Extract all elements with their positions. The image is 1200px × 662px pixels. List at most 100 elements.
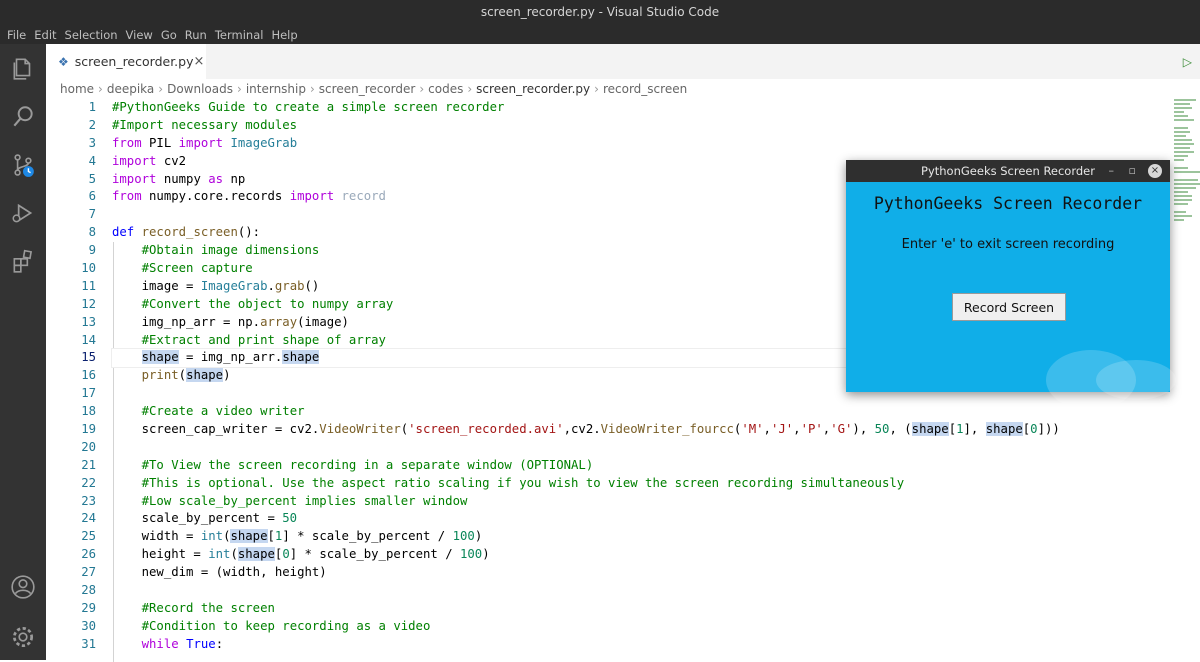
code-line[interactable]: #Low scale_by_percent implies smaller wi…	[112, 493, 1172, 511]
breadcrumb-item[interactable]: screen_recorder.py	[476, 82, 590, 96]
breadcrumb-item[interactable]: codes	[428, 82, 463, 96]
line-number: 3	[88, 135, 96, 150]
account-icon[interactable]	[8, 572, 38, 602]
menu-item-help[interactable]: Help	[271, 25, 297, 45]
menu-item-run[interactable]: Run	[185, 25, 207, 45]
code-line[interactable]: #Condition to keep recording as a video	[112, 618, 1172, 636]
line-number: 21	[81, 457, 96, 472]
code-token: )	[482, 547, 490, 562]
code-token: def	[112, 225, 135, 240]
explorer-icon[interactable]	[8, 54, 38, 84]
line-number: 20	[81, 439, 96, 454]
code-line[interactable]: #This is optional. Use the aspect ratio …	[112, 475, 1172, 493]
code-token: numpy	[156, 171, 209, 186]
line-number: 13	[81, 314, 96, 329]
minimap-line	[1174, 139, 1192, 141]
code-line[interactable]	[112, 582, 1172, 600]
menu-item-file[interactable]: File	[7, 25, 26, 45]
run-debug-icon[interactable]	[8, 198, 38, 228]
line-number: 28	[81, 583, 96, 598]
breadcrumb-item[interactable]: screen_recorder	[319, 82, 416, 96]
search-icon[interactable]	[8, 102, 38, 132]
code-line[interactable]	[112, 439, 1172, 457]
breadcrumb-item[interactable]: deepika	[107, 82, 154, 96]
code-line[interactable]: #Record the screen	[112, 600, 1172, 618]
code-line[interactable]: scale_by_percent = 50	[112, 510, 1172, 528]
code-token: 50	[282, 511, 298, 526]
line-number: 15	[81, 350, 96, 365]
code-token: shape	[237, 547, 275, 562]
close-icon[interactable]: ×	[1148, 164, 1162, 178]
maximize-icon[interactable]: ▫	[1129, 164, 1136, 178]
line-number: 19	[81, 422, 96, 437]
python-file-icon: ❖	[58, 54, 69, 69]
breadcrumb-item[interactable]: internship	[246, 82, 306, 96]
code-line[interactable]: #Import necessary modules	[112, 117, 1172, 135]
minimap-line	[1174, 179, 1198, 181]
breadcrumb-item[interactable]: record_screen	[603, 82, 687, 96]
dialog-title: PythonGeeks Screen Recorder	[846, 160, 1170, 182]
minimap-line	[1174, 99, 1196, 101]
record-screen-button[interactable]: Record Screen	[952, 293, 1066, 321]
code-token: #Obtain image dimensions	[141, 243, 320, 258]
menu-item-terminal[interactable]: Terminal	[215, 25, 264, 45]
breadcrumb-separator: ›	[309, 82, 315, 96]
line-number: 26	[81, 547, 96, 562]
code-line[interactable]: new_dim = (width, height)	[112, 564, 1172, 582]
window-title: screen_recorder.py - Visual Studio Code	[0, 0, 1200, 24]
menu-item-selection[interactable]: Selection	[65, 25, 118, 45]
breadcrumb-item[interactable]: Downloads	[167, 82, 233, 96]
extensions-icon[interactable]	[8, 246, 38, 276]
settings-gear-icon[interactable]	[8, 622, 38, 652]
menu-item-go[interactable]: Go	[161, 25, 177, 45]
minimap-line	[1174, 119, 1194, 121]
menu-item-view[interactable]: View	[126, 25, 153, 45]
code-line[interactable]: #Create a video writer	[112, 403, 1172, 421]
minimap-line	[1174, 107, 1192, 109]
code-token: (	[230, 547, 238, 562]
minimap-line	[1174, 127, 1188, 129]
code-token: VideoWriter_fourcc	[600, 422, 734, 437]
code-token: (	[178, 368, 187, 383]
code-token: 50	[874, 422, 890, 437]
tab-screen-recorder-py[interactable]: ❖ screen_recorder.py ×	[46, 44, 206, 79]
code-token: int	[200, 529, 224, 544]
minimap-line	[1174, 131, 1190, 133]
code-token: shape	[985, 422, 1023, 437]
code-token: img_np_arr = np.	[112, 314, 261, 329]
code-line[interactable]: #To View the screen recording in a separ…	[112, 457, 1172, 475]
source-control-icon[interactable]	[8, 150, 38, 180]
code-line[interactable]: height = int(shape[0] * scale_by_percent…	[112, 546, 1172, 564]
minimap-line	[1174, 199, 1192, 201]
code-line[interactable]: width = int(shape[1] * scale_by_percent …	[112, 528, 1172, 546]
code-line[interactable]: #PythonGeeks Guide to create a simple sc…	[112, 99, 1172, 117]
minimap-line	[1174, 187, 1196, 189]
code-line[interactable]: screen_cap_writer = cv2.VideoWriter('scr…	[112, 421, 1172, 439]
minimize-icon[interactable]: –	[1109, 164, 1115, 178]
close-icon[interactable]: ×	[194, 54, 205, 69]
breadcrumb-item[interactable]: home	[60, 82, 94, 96]
minimap-line	[1174, 195, 1192, 197]
menu-item-edit[interactable]: Edit	[34, 25, 56, 45]
minimap-line	[1174, 183, 1200, 185]
code-token: import	[112, 153, 157, 168]
code-token: #Condition to keep recording as a video	[141, 618, 431, 633]
minimap-line	[1174, 111, 1184, 113]
minimap-line	[1174, 151, 1194, 153]
minimap-line	[1174, 203, 1188, 205]
line-number: 31	[81, 636, 96, 651]
breadcrumb-separator: ›	[594, 82, 599, 96]
code-line[interactable]: while True:	[112, 636, 1172, 654]
run-icon[interactable]: ▷	[1183, 55, 1192, 69]
code-token: int	[208, 547, 231, 562]
code-token: [	[267, 529, 275, 544]
line-number: 11	[81, 278, 96, 293]
line-number: 12	[81, 296, 96, 311]
minimap-line	[1174, 211, 1186, 213]
code-token: :	[215, 636, 224, 651]
code-line[interactable]: from PIL import ImageGrab	[112, 135, 1172, 153]
